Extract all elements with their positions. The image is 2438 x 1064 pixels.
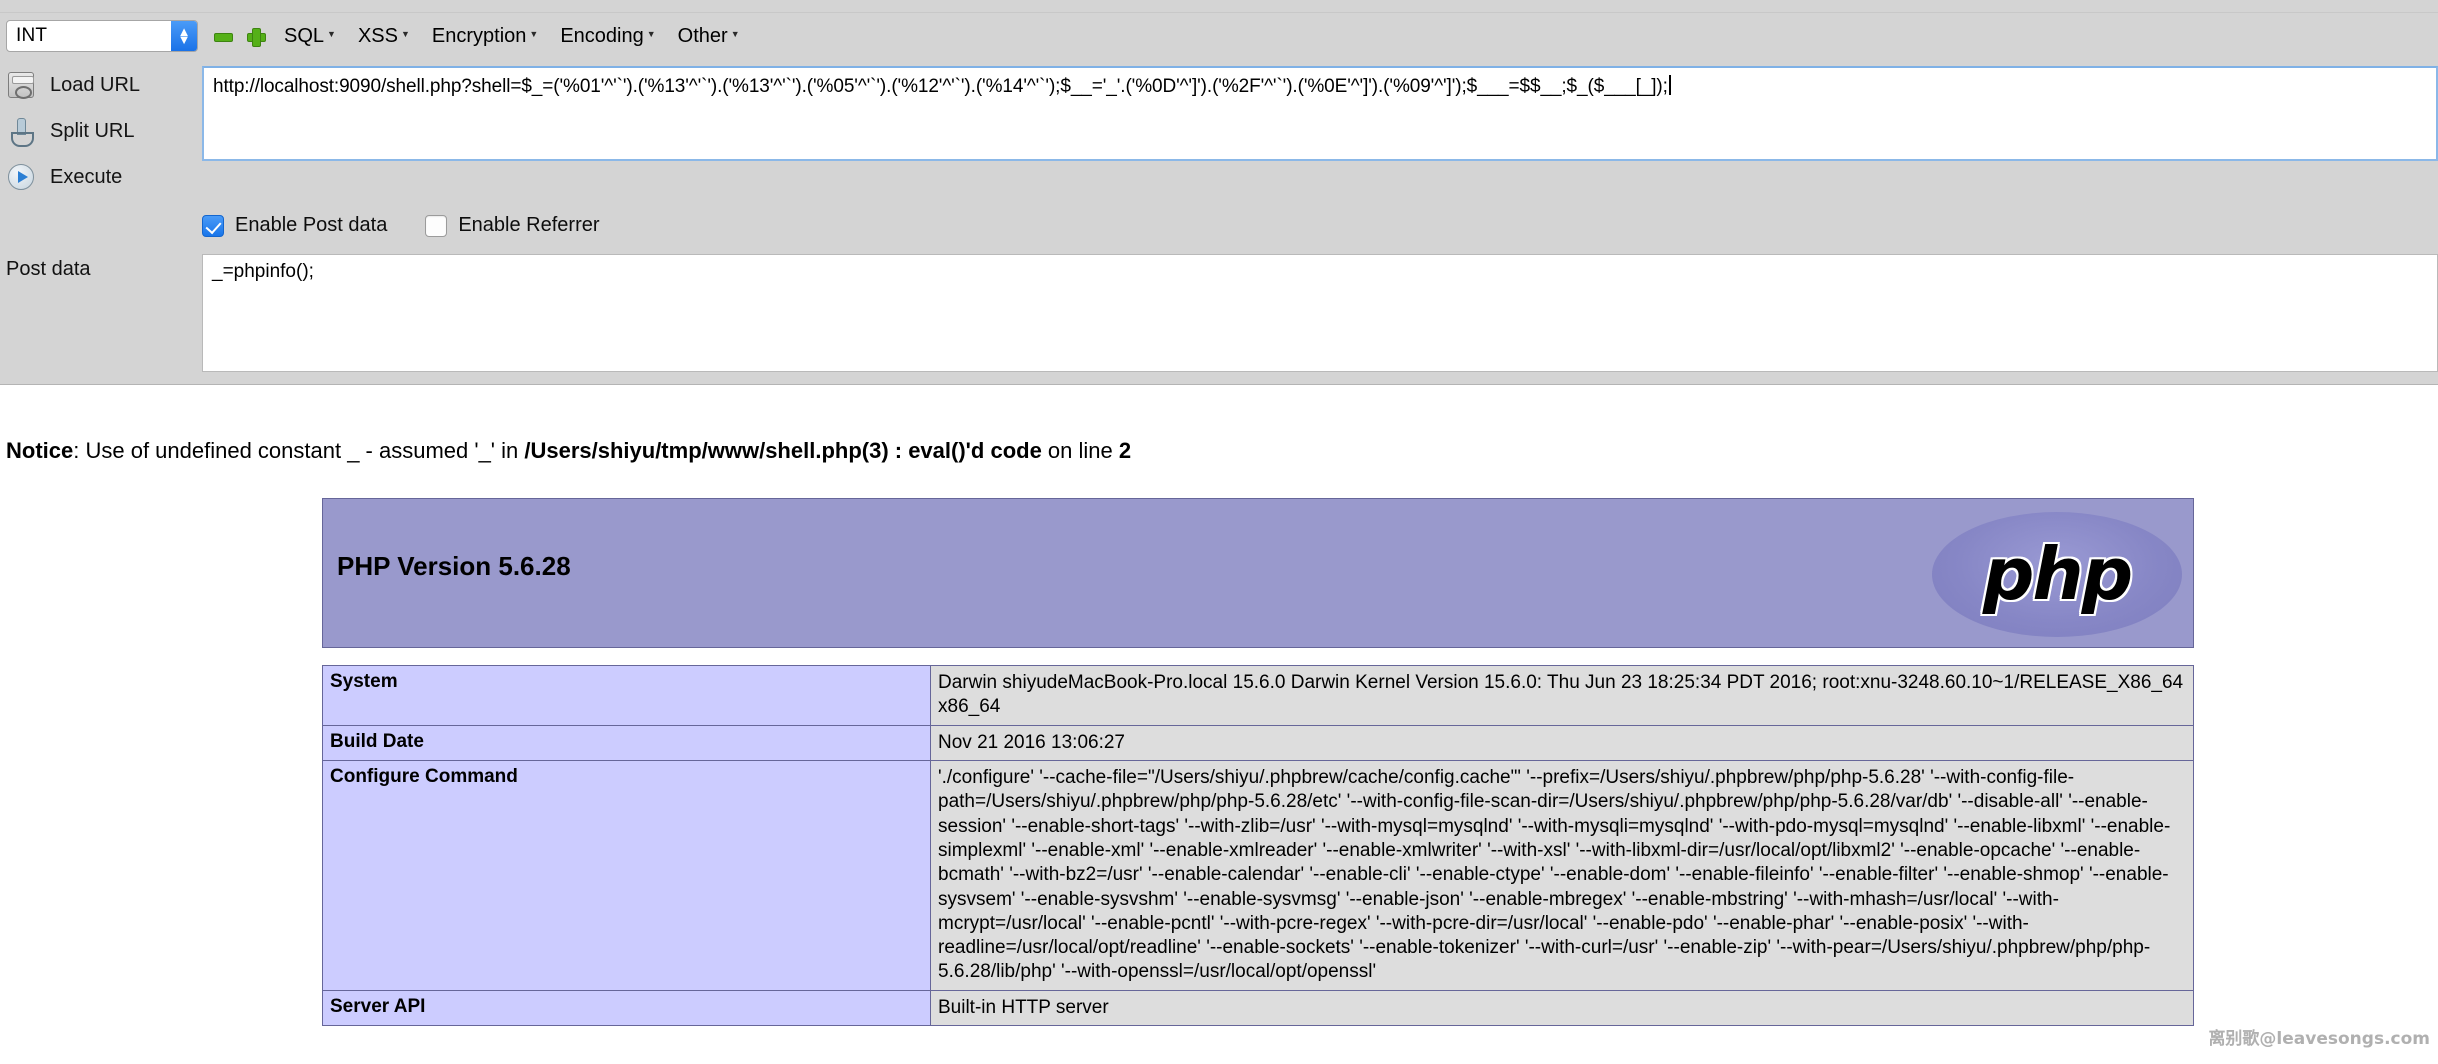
plus-icon[interactable] <box>247 28 264 45</box>
row-value-build-date: Nov 21 2016 13:06:27 <box>931 725 2194 760</box>
stepper-down-icon: ▼ <box>178 36 191 44</box>
chevron-down-icon: ▼ <box>529 29 538 39</box>
row-key-configure-command: Configure Command <box>323 760 931 990</box>
chevron-down-icon: ▼ <box>647 29 656 39</box>
chevron-down-icon: ▼ <box>731 29 740 39</box>
enable-referrer-checkbox[interactable] <box>425 215 447 237</box>
post-data-label: Post data <box>6 258 91 281</box>
table-row: Configure Command './configure' '--cache… <box>323 760 2194 990</box>
split-url-button[interactable]: Split URL <box>0 108 200 154</box>
php-logo-ellipse: php <box>1932 512 2182 637</box>
notice-on-line: on line <box>1042 438 1119 463</box>
toolbar-icon-group <box>214 28 264 45</box>
enable-post-data-checkbox[interactable] <box>202 215 224 237</box>
menu-sql-label: SQL <box>284 25 324 48</box>
chevron-down-icon: ▼ <box>327 29 336 39</box>
php-logo-text: php <box>1983 538 2131 610</box>
php-notice: Notice: Use of undefined constant _ - as… <box>6 438 1131 464</box>
post-data-value: _=phpinfo(); <box>212 261 2428 283</box>
enable-post-data-label: Enable Post data <box>235 214 387 237</box>
notice-line-number: 2 <box>1119 438 1131 463</box>
hackbar-panel: INT ▲ ▼ SQL ▼ XSS ▼ Encryption ▼ <box>0 0 2438 385</box>
enable-referrer-label: Enable Referrer <box>458 214 599 237</box>
row-key-system: System <box>323 666 931 726</box>
toolbar-menu-group: SQL ▼ XSS ▼ Encryption ▼ Encoding ▼ Othe… <box>284 25 740 48</box>
execute-icon <box>8 164 34 190</box>
execute-label: Execute <box>50 166 122 189</box>
table-row: Server API Built-in HTTP server <box>323 990 2194 1025</box>
table-row: System Darwin shiyudeMacBook-Pro.local 1… <box>323 666 2194 726</box>
stepper-icon[interactable]: ▲ ▼ <box>171 21 197 51</box>
load-url-label: Load URL <box>50 74 140 97</box>
menu-xss[interactable]: XSS ▼ <box>358 25 410 48</box>
notice-level: Notice <box>6 438 73 463</box>
menu-encryption-label: Encryption <box>432 25 527 48</box>
phpinfo-header: PHP Version 5.6.28 php <box>322 498 2194 648</box>
menu-encoding[interactable]: Encoding ▼ <box>560 25 655 48</box>
menu-encryption[interactable]: Encryption ▼ <box>432 25 538 48</box>
menu-other[interactable]: Other ▼ <box>678 25 740 48</box>
chevron-down-icon: ▼ <box>401 29 410 39</box>
window-top-strip <box>0 0 2438 13</box>
menu-other-label: Other <box>678 25 728 48</box>
hackbar-action-list: Load URL Split URL Execute <box>0 62 200 200</box>
type-select-value: INT <box>7 25 47 47</box>
minus-icon[interactable] <box>214 28 231 45</box>
phpinfo-table: System Darwin shiyudeMacBook-Pro.local 1… <box>322 665 2194 1026</box>
menu-encoding-label: Encoding <box>560 25 643 48</box>
execute-button[interactable]: Execute <box>0 154 200 200</box>
options-row: Enable Post data Enable Referrer <box>202 214 600 237</box>
split-url-icon <box>8 118 34 144</box>
php-logo: php <box>1927 509 2187 639</box>
load-url-icon <box>8 72 34 98</box>
row-value-configure-command: './configure' '--cache-file="/Users/shiy… <box>931 760 2194 990</box>
row-value-system: Darwin shiyudeMacBook-Pro.local 15.6.0 D… <box>931 666 2194 726</box>
load-url-button[interactable]: Load URL <box>0 62 200 108</box>
url-input[interactable]: http://localhost:9090/shell.php?shell=$_… <box>202 66 2438 161</box>
type-select[interactable]: INT ▲ ▼ <box>6 20 198 52</box>
row-key-build-date: Build Date <box>323 725 931 760</box>
notice-path: /Users/shiyu/tmp/www/shell.php(3) : eval… <box>524 438 1041 463</box>
url-input-value: http://localhost:9090/shell.php?shell=$_… <box>213 76 1668 97</box>
row-value-server-api: Built-in HTTP server <box>931 990 2194 1025</box>
row-key-server-api: Server API <box>323 990 931 1025</box>
split-url-label: Split URL <box>50 120 134 143</box>
watermark: 离别歌@leavesongs.com <box>2208 1024 2430 1049</box>
menu-xss-label: XSS <box>358 25 398 48</box>
notice-message: : Use of undefined constant _ - assumed … <box>73 438 524 463</box>
phpinfo-output: PHP Version 5.6.28 php System Darwin shi… <box>322 498 2194 1026</box>
post-data-input[interactable]: _=phpinfo(); <box>202 254 2438 372</box>
text-cursor <box>1669 75 1671 95</box>
php-version-title: PHP Version 5.6.28 <box>337 551 571 582</box>
hackbar-toolbar-row: INT ▲ ▼ SQL ▼ XSS ▼ Encryption ▼ <box>0 14 2438 58</box>
table-row: Build Date Nov 21 2016 13:06:27 <box>323 725 2194 760</box>
menu-sql[interactable]: SQL ▼ <box>284 25 336 48</box>
